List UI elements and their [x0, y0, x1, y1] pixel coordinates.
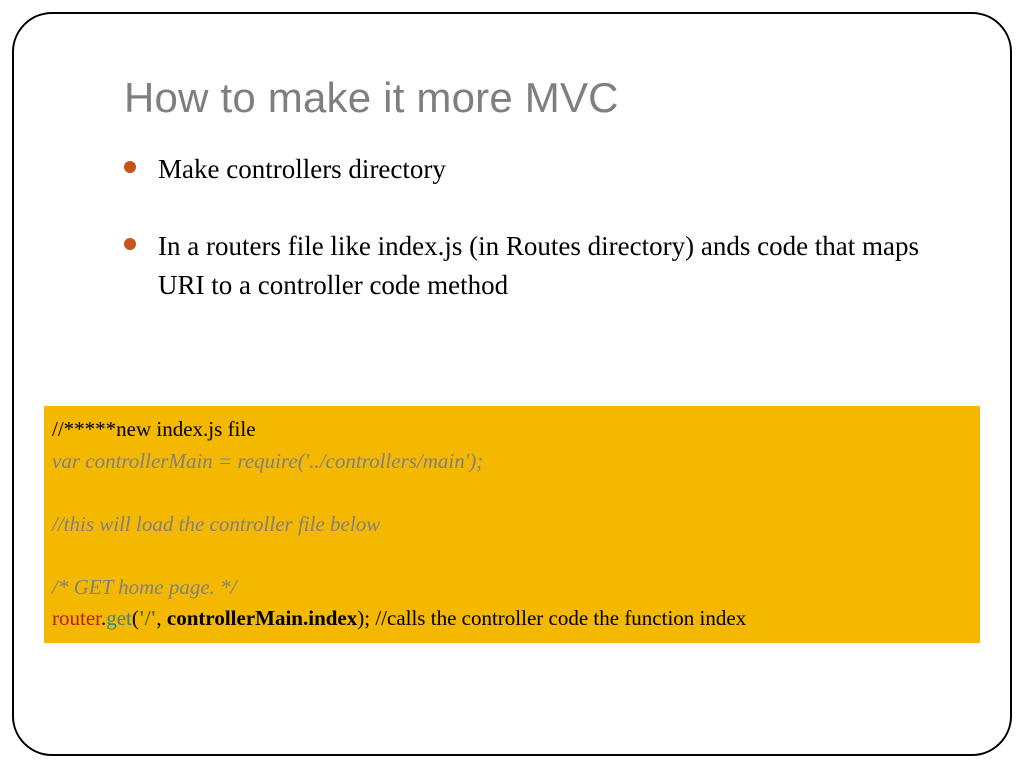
slide-frame: How to make it more MVC Make controllers… [12, 12, 1012, 756]
code-line: router.get('/', controllerMain.index); /… [52, 603, 972, 635]
slide-title: How to make it more MVC [124, 74, 930, 122]
code-token-ident: controllerMain.index [167, 606, 357, 630]
code-token-string: '/' [139, 606, 157, 630]
code-token-router: router [52, 606, 101, 630]
bullet-list: Make controllers directory In a routers … [124, 150, 920, 305]
code-blank [52, 540, 972, 572]
code-token: ); [357, 606, 375, 630]
code-token: , [156, 606, 167, 630]
code-line: /* GET home page. */ [52, 572, 972, 604]
list-item: Make controllers directory [124, 150, 920, 189]
list-item: In a routers file like index.js (in Rout… [124, 227, 920, 305]
bullet-text: In a routers file like index.js (in Rout… [158, 231, 919, 300]
code-token-method: get [106, 606, 132, 630]
code-token-comment: //calls the controller code the function… [375, 606, 746, 630]
code-token: ( [132, 606, 139, 630]
code-blank [52, 477, 972, 509]
code-line: //this will load the controller file bel… [52, 509, 972, 541]
code-line: var controllerMain = require('../control… [52, 446, 972, 478]
bullet-text: Make controllers directory [158, 154, 446, 184]
code-line: //*****new index.js file [52, 414, 972, 446]
code-block: //*****new index.js file var controllerM… [44, 406, 980, 643]
